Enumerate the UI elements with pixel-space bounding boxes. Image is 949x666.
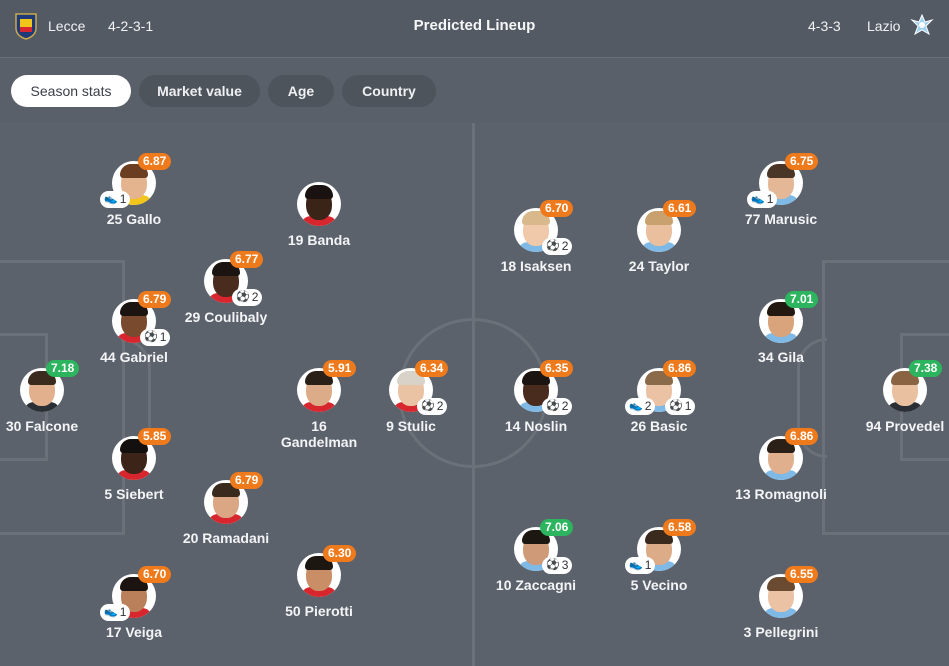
away-formation: 4-3-3	[808, 18, 841, 34]
badge-count: 1	[766, 192, 774, 206]
tab-season-stats[interactable]: Season stats	[11, 75, 131, 107]
player-name[interactable]: 5 Vecino	[599, 577, 719, 593]
player-rating-badge: 6.79	[230, 472, 264, 489]
assists-badge: 👟 1	[100, 604, 131, 621]
player-name[interactable]: 13 Romagnoli	[721, 486, 841, 502]
player-rating-badge: 6.55	[785, 566, 819, 583]
boot-icon: 👟	[629, 400, 643, 412]
player-rating-badge: 6.34	[415, 360, 449, 377]
assists-badge: 👟 1	[747, 191, 778, 208]
player-name[interactable]: 50 Pierotti	[259, 603, 379, 619]
player-rating-badge: 6.75	[785, 153, 819, 170]
player-name[interactable]: 24 Taylor	[599, 258, 719, 274]
player-name[interactable]: 30 Falcone	[0, 418, 102, 434]
player-name[interactable]: 10 Zaccagni	[476, 577, 596, 593]
player-rating-badge: 6.77	[230, 251, 264, 268]
ball-icon: ⚽	[546, 559, 560, 571]
away-team-name[interactable]: Lazio	[867, 18, 900, 34]
player-rating-badge: 7.01	[785, 291, 819, 308]
pitch: 6.87 👟 1 25 Gallo 19 Banda 6.77 ⚽ 2 29 Coulibaly…	[0, 123, 949, 666]
badge-count: 1	[119, 192, 127, 206]
lineup-header: Lecce 4-2-3-1 Predicted Lineup 4-3-3 Laz…	[0, 0, 949, 58]
goals-badge: ⚽ 2	[417, 398, 448, 415]
player-rating-badge: 7.18	[46, 360, 80, 377]
player-name[interactable]: 5 Siebert	[74, 486, 194, 502]
boot-icon: 👟	[629, 559, 643, 571]
player-rating-badge: 6.79	[138, 291, 172, 308]
ball-icon: ⚽	[236, 291, 250, 303]
boot-icon: 👟	[104, 193, 118, 205]
goals-badge: ⚽ 2	[542, 238, 573, 255]
badge-count: 1	[684, 399, 692, 413]
badge-count: 2	[644, 399, 652, 413]
player-name[interactable]: 17 Veiga	[74, 624, 194, 640]
badge-count: 2	[561, 239, 569, 253]
player-rating-badge: 6.70	[138, 566, 172, 583]
player-name[interactable]: 20 Ramadani	[166, 530, 286, 546]
avatar-hair	[305, 185, 333, 199]
player-rating-badge: 6.86	[663, 360, 697, 377]
badge-count: 1	[159, 330, 167, 344]
goals-badge: ⚽ 1	[665, 398, 696, 415]
player-rating-badge: 6.58	[663, 519, 697, 536]
tab-market-value[interactable]: Market value	[139, 75, 260, 107]
player-name[interactable]: 18 Isaksen	[476, 258, 596, 274]
player-rating-badge: 6.70	[540, 200, 574, 217]
badge-count: 1	[644, 558, 652, 572]
boot-icon: 👟	[104, 606, 118, 618]
player-rating-badge: 6.87	[138, 153, 172, 170]
player-rating-badge: 6.30	[323, 545, 357, 562]
goals-badge: ⚽ 2	[542, 398, 573, 415]
player-rating-badge: 5.91	[323, 360, 357, 377]
page-title: Predicted Lineup	[413, 17, 536, 34]
player-name[interactable]: 34 Gila	[721, 349, 841, 365]
goals-badge: ⚽ 1	[140, 329, 171, 346]
player-name[interactable]: 16 Gandelman	[279, 418, 359, 450]
player-name[interactable]: 44 Gabriel	[74, 349, 194, 365]
player-rating-badge: 6.86	[785, 428, 819, 445]
tab-age[interactable]: Age	[268, 75, 334, 107]
player-rating-badge: 7.38	[909, 360, 943, 377]
assists-badge: 👟 1	[625, 557, 656, 574]
badge-count: 1	[119, 605, 127, 619]
goals-badge: ⚽ 3	[542, 557, 573, 574]
goals-badge: ⚽ 2	[232, 289, 263, 306]
player-name[interactable]: 19 Banda	[259, 232, 379, 248]
ball-icon: ⚽	[669, 400, 683, 412]
boot-icon: 👟	[751, 193, 765, 205]
badge-count: 2	[561, 399, 569, 413]
stats-tabs: Season stats Market value Age Country	[0, 58, 949, 123]
player-name[interactable]: 9 Stulic	[351, 418, 471, 434]
player-rating-badge: 6.35	[540, 360, 574, 377]
assists-badge: 👟 2	[625, 398, 656, 415]
ball-icon: ⚽	[546, 400, 560, 412]
player-name[interactable]: 94 Provedel	[845, 418, 949, 434]
player-name[interactable]: 26 Basic	[599, 418, 719, 434]
player-name[interactable]: 14 Noslin	[476, 418, 596, 434]
lazio-crest-icon	[910, 13, 934, 36]
player-avatar[interactable]	[297, 182, 341, 226]
player-name[interactable]: 29 Coulibaly	[166, 309, 286, 325]
player-rating-badge: 5.85	[138, 428, 172, 445]
ball-icon: ⚽	[546, 240, 560, 252]
ball-icon: ⚽	[421, 400, 435, 412]
player-name[interactable]: 77 Marusic	[721, 211, 841, 227]
tab-country[interactable]: Country	[342, 75, 436, 107]
badge-count: 2	[251, 290, 259, 304]
badge-count: 2	[436, 399, 444, 413]
player-name[interactable]: 3 Pellegrini	[721, 624, 841, 640]
badge-count: 3	[561, 558, 569, 572]
assists-badge: 👟 1	[100, 191, 131, 208]
player-rating-badge: 6.61	[663, 200, 697, 217]
ball-icon: ⚽	[144, 331, 158, 343]
player-rating-badge: 7.06	[540, 519, 574, 536]
player-name[interactable]: 25 Gallo	[74, 211, 194, 227]
